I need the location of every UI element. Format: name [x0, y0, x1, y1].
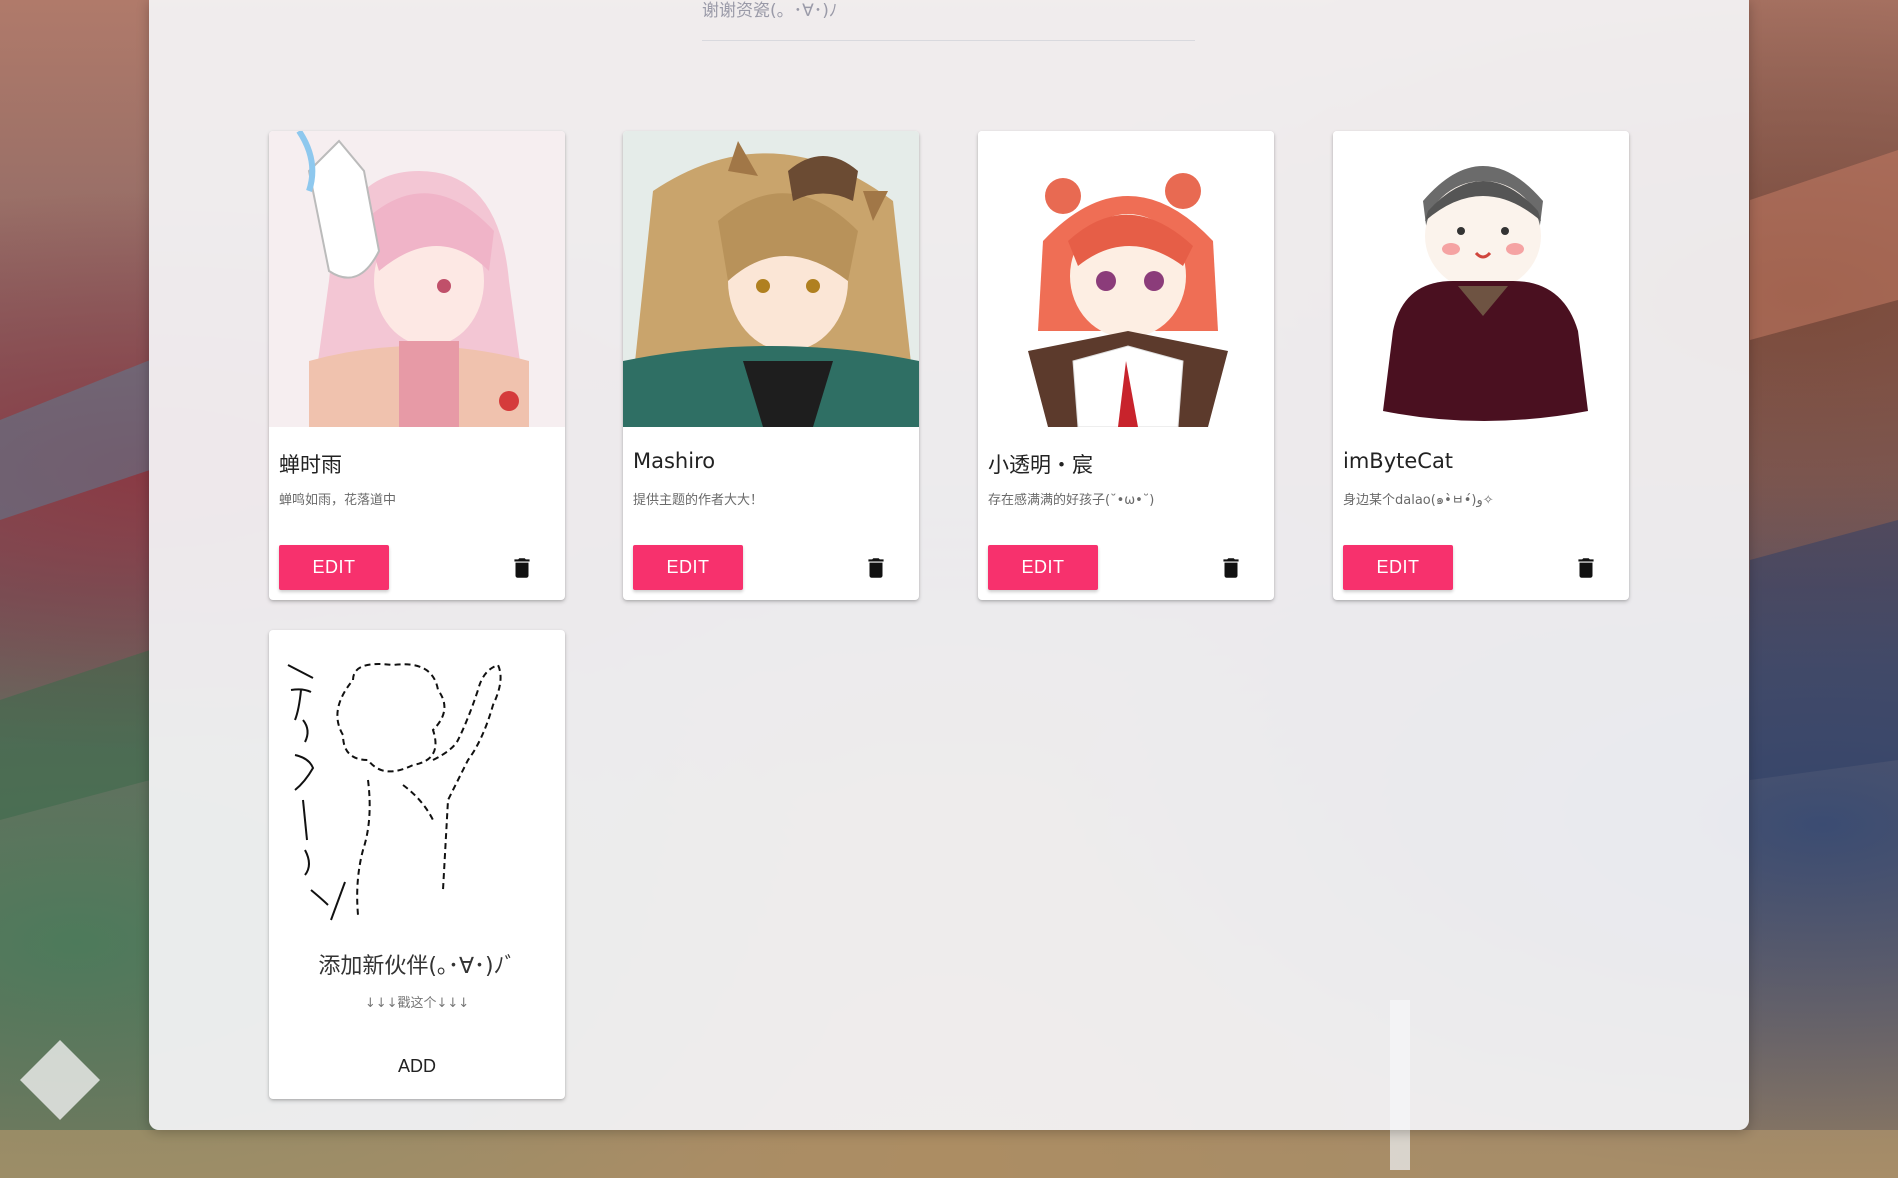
- friend-name: 小透明・宸: [988, 453, 1093, 477]
- friend-name: imByteCat: [1343, 449, 1454, 473]
- friend-name: 蝉时雨: [279, 453, 342, 477]
- delete-button[interactable]: [1218, 554, 1244, 582]
- delete-button[interactable]: [509, 554, 535, 582]
- boy-sketch-avatar-icon: [1333, 131, 1629, 427]
- add-button[interactable]: ADD: [367, 1048, 467, 1084]
- friend-avatar[interactable]: [1333, 131, 1629, 427]
- friend-description: 蝉鸣如雨，花落道中: [279, 493, 397, 508]
- add-friend-title: 添加新伙伴(｡･∀･)ﾉﾞ: [318, 954, 516, 979]
- thanks-note: 谢谢资瓷(。･∀･)ﾉ: [702, 1, 838, 21]
- trash-icon: [868, 558, 884, 578]
- anime-girl-blonde-avatar-icon: [623, 131, 919, 427]
- friend-avatar[interactable]: [269, 131, 565, 427]
- friend-name: Mashiro: [633, 449, 716, 473]
- divider: [702, 40, 1195, 41]
- friend-card: imByteCat 身边某个dalao(๑•̀ㅂ•́)و✧ EDIT: [1333, 131, 1629, 600]
- edit-button[interactable]: EDIT: [279, 545, 389, 590]
- delete-button[interactable]: [863, 554, 889, 582]
- edit-button[interactable]: EDIT: [633, 545, 743, 590]
- friend-card: 蝉时雨 蝉鸣如雨，花落道中 EDIT: [269, 131, 565, 600]
- add-friend-card: 添加新伙伴(｡･∀･)ﾉﾞ ↓↓↓戳这个↓↓↓ ADD: [269, 630, 565, 1099]
- friend-avatar[interactable]: [623, 131, 919, 427]
- friend-description: 身边某个dalao(๑•̀ㅂ•́)و✧: [1343, 493, 1494, 508]
- friend-avatar[interactable]: [978, 131, 1274, 427]
- anime-girl-redhead-avatar-icon: [978, 131, 1274, 427]
- edit-button[interactable]: EDIT: [988, 545, 1098, 590]
- trash-icon: [1578, 558, 1594, 578]
- add-friend-subtitle: ↓↓↓戳这个↓↓↓: [364, 996, 470, 1011]
- trash-icon: [1223, 558, 1239, 578]
- trash-icon: [514, 558, 530, 578]
- friend-card: 小透明・宸 存在感满满的好孩子(˘•ω•˘) EDIT: [978, 131, 1274, 600]
- anime-girl-fox-mask-avatar-icon: [269, 131, 565, 427]
- delete-button[interactable]: [1573, 554, 1599, 582]
- akari-silhouette-image[interactable]: [283, 650, 551, 950]
- edit-button[interactable]: EDIT: [1343, 545, 1453, 590]
- friend-card: Mashiro 提供主题的作者大大！ EDIT: [623, 131, 919, 600]
- friend-description: 提供主题的作者大大！: [633, 493, 764, 508]
- friend-description: 存在感满满的好孩子(˘•ω•˘): [988, 493, 1155, 508]
